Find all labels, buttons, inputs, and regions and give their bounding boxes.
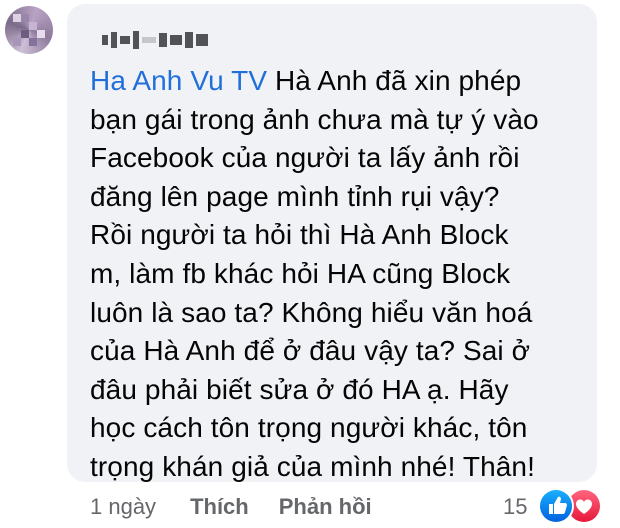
comment-line-8: của Hà Anh để ở đâu vậy ta? Sai ở [90,335,531,367]
comment-line-10: học cách tôn trọng người khác, tôn [90,412,528,444]
author-name-obscured[interactable] [102,28,214,52]
like-reaction-icon [540,490,572,522]
mention-tag[interactable]: Ha Anh Vu TV [90,65,267,96]
reaction-count[interactable]: 15 [503,491,527,523]
comment-line-4: đăng lên page mình tỉnh rụi vậy? [90,180,500,212]
reactions[interactable] [540,490,604,522]
timestamp[interactable]: 1 ngày [90,494,156,520]
comment-line-7: luôn là sao ta? Không hiểu văn hoá [90,296,533,328]
avatar-pixel [21,14,29,22]
comment-actions: 1 ngày Thích Phản hồi [90,491,372,523]
avatar-pixel [13,14,21,22]
comment-text: Ha Anh Vu TV Hà Anh đã xin phép bạn gái … [90,62,590,487]
comment-line-2: bạn gái trong ảnh chưa mà tự ý vào [90,103,539,135]
comment-line-5: Rồi người ta hỏi thì Hà Anh Block [90,219,509,251]
avatar-pixel [37,30,45,38]
avatar[interactable] [5,6,53,54]
avatar-pixel [29,38,37,46]
love-reaction-icon [568,490,600,522]
comment-line-1: Ha Anh Vu TV Hà Anh đã xin phép [90,65,522,96]
avatar-pixel [13,38,21,46]
avatar-pixel [29,22,37,30]
comment-line-3: Facebook của người ta lấy ảnh rồi [90,142,520,174]
comment-line-9: đâu phải biết sửa ở đó HA ạ. Hãy [90,373,509,405]
comment-line-6: m, làm fb khác hỏi HA cũng Block [90,257,511,289]
like-button[interactable]: Thích [190,494,249,520]
avatar-pixel [21,30,29,38]
comment-line-11: trọng khán giả của mình nhé! Thân! [90,450,535,482]
reply-button[interactable]: Phản hồi [279,494,372,520]
